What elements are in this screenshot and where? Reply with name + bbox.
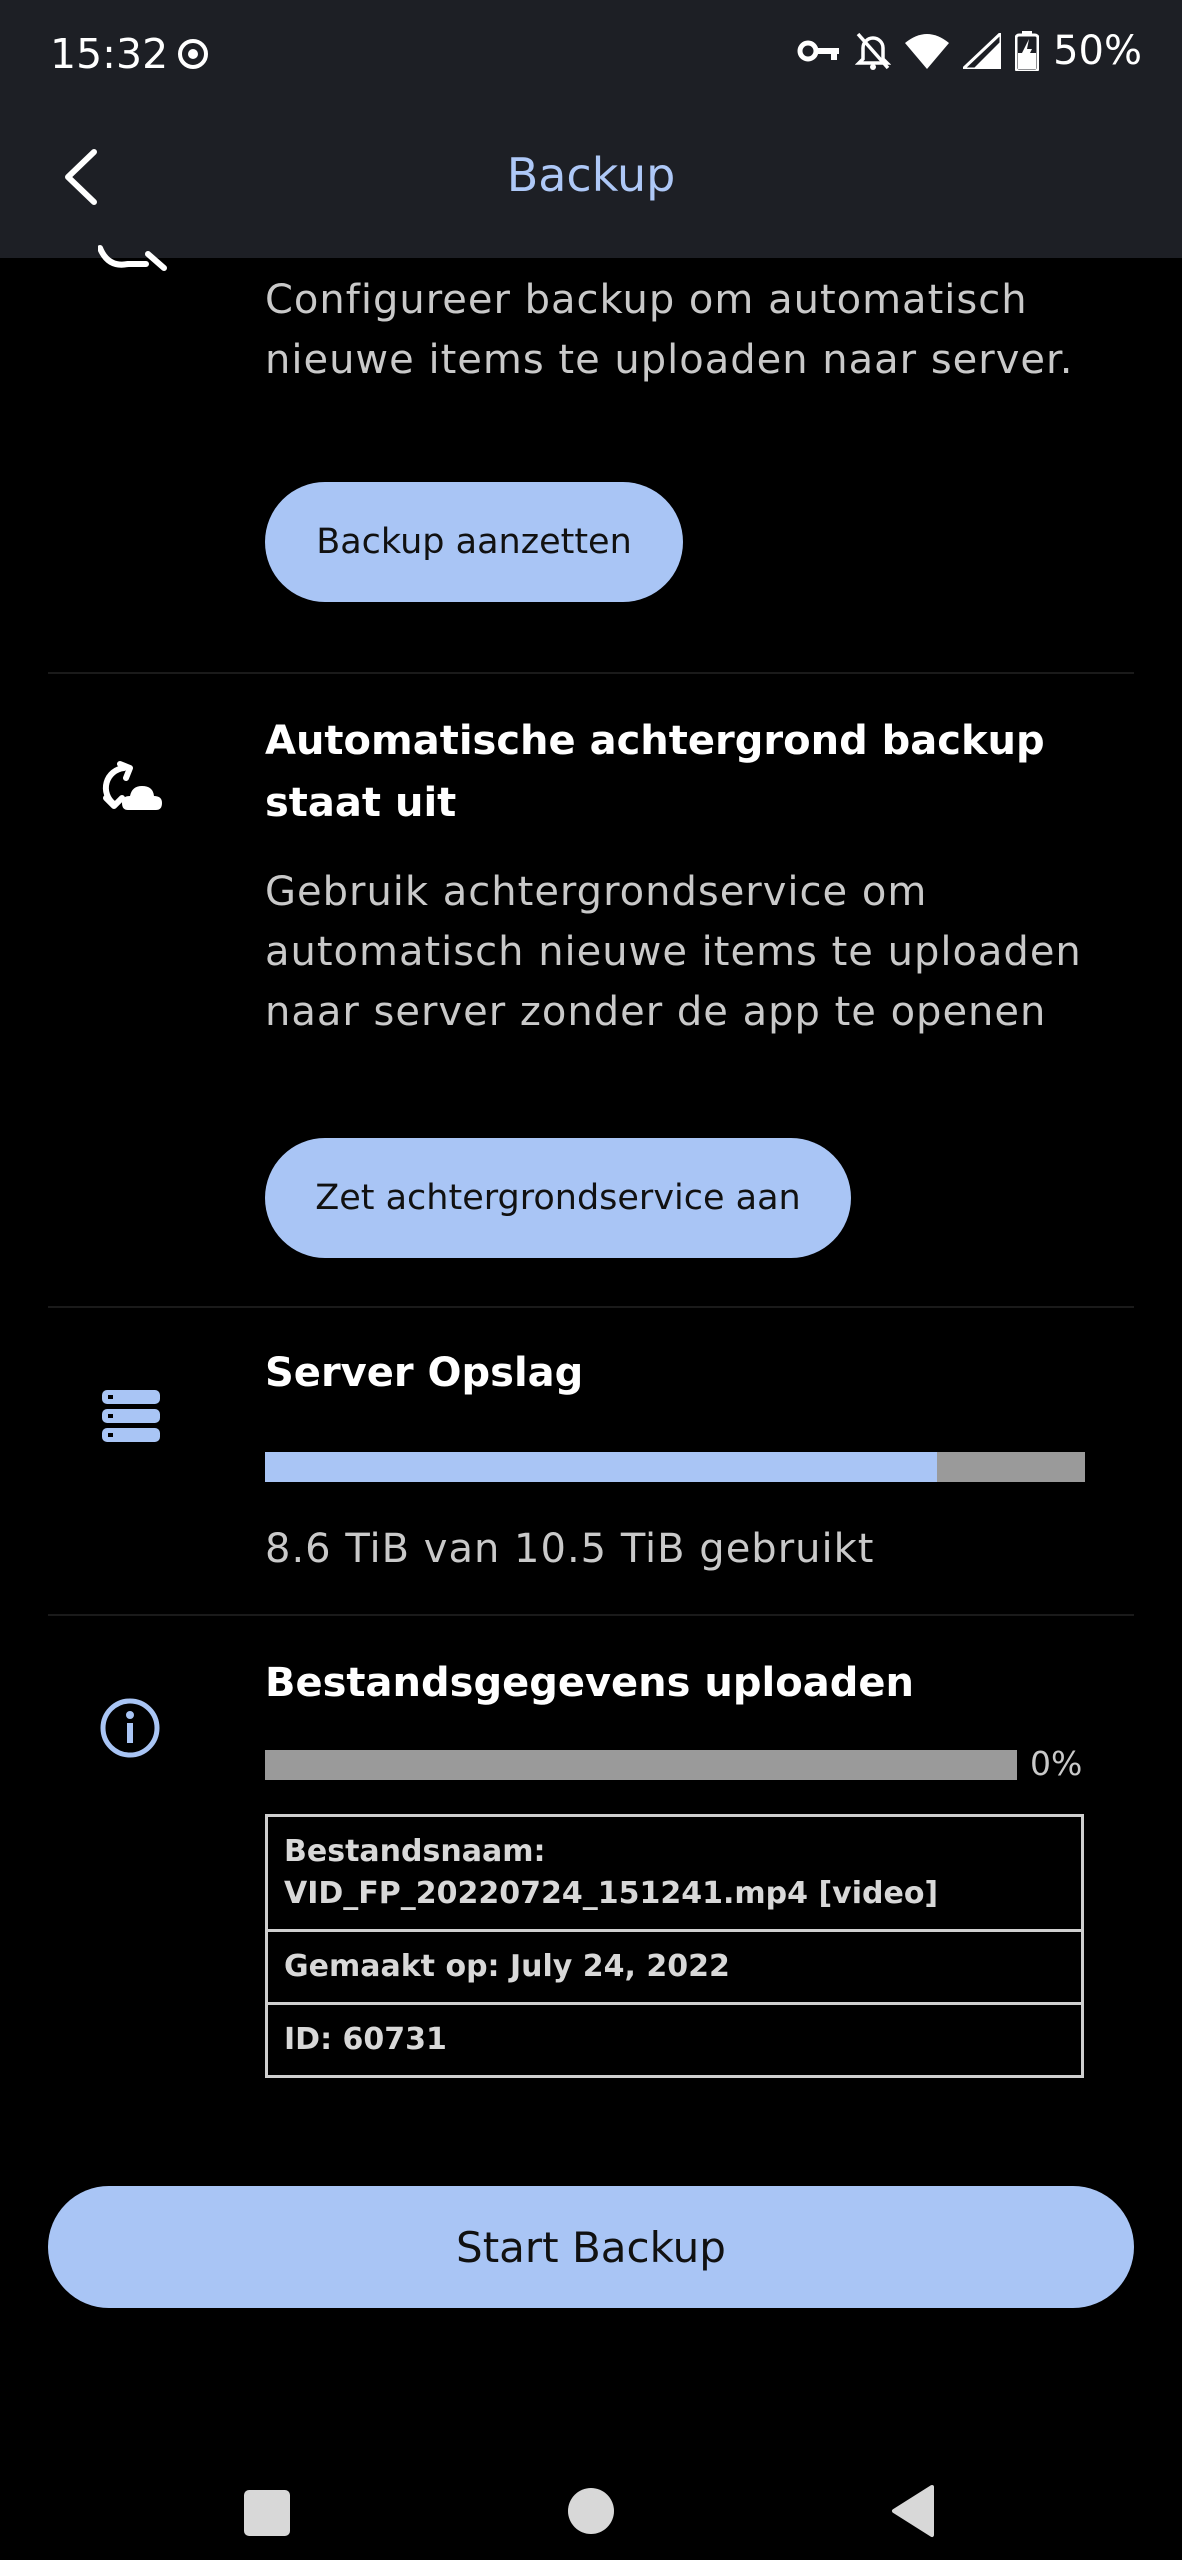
cloud-sync-icon <box>98 758 168 822</box>
storage-usage-text: 8.6 TiB van 10.5 TiB gebruikt <box>265 1526 875 1572</box>
enable-background-service-button[interactable]: Zet achtergrondservice aan <box>265 1138 851 1258</box>
divider <box>48 1614 1134 1616</box>
file-name-row: Bestandsnaam: VID_FP_20220724_151241.mp4… <box>268 1817 1081 1932</box>
server-storage-title: Server Opslag <box>265 1350 584 1396</box>
vpn-key-icon <box>797 40 840 62</box>
file-id-row: ID: 60731 <box>284 2022 447 2057</box>
page-title: Backup <box>506 148 676 202</box>
notifications-off-icon <box>855 32 892 70</box>
enable-backup-button[interactable]: Backup aanzetten <box>265 482 683 602</box>
storage-usage-bar <box>265 1452 1085 1482</box>
screen-record-icon <box>178 39 208 69</box>
storage-usage-fill <box>265 1452 938 1482</box>
divider <box>48 1306 1134 1308</box>
home-button[interactable] <box>568 2488 614 2534</box>
wifi-icon <box>905 34 950 69</box>
status-time: 15:32 <box>50 30 169 78</box>
status-bar: 15:32 50% <box>0 0 1182 90</box>
battery-percentage: 50% <box>1053 28 1142 74</box>
back-nav-button[interactable] <box>890 2484 936 2538</box>
cloud-search-icon <box>97 238 170 282</box>
divider <box>48 672 1134 674</box>
created-date-row: Gemaakt op: July 24, 2022 <box>268 1932 1081 2005</box>
info-icon <box>98 1696 162 1764</box>
battery-charging-icon <box>1015 31 1040 71</box>
app-bar: Backup <box>0 90 1182 258</box>
background-backup-description: Gebruik achtergrondservice om automatisc… <box>265 869 1082 1035</box>
recent-apps-button[interactable] <box>244 2490 290 2536</box>
upload-file-info-table: Bestandsnaam: VID_FP_20220724_151241.mp4… <box>265 1814 1084 2078</box>
upload-progress-bar <box>265 1750 1017 1780</box>
background-backup-title: Automatische achtergrond backup staat ui… <box>265 718 1045 826</box>
cellular-signal-icon <box>963 33 1002 69</box>
start-backup-button[interactable]: Start Backup <box>48 2186 1134 2308</box>
navigation-bar <box>0 2400 1182 2560</box>
status-icons: 50% <box>797 28 1142 74</box>
upload-info-title: Bestandsgegevens uploaden <box>265 1660 914 1706</box>
storage-icon <box>98 1388 164 1448</box>
upload-progress-percent: 0% <box>1030 1744 1083 1783</box>
backup-description: Configureer backup om automatisch nieuwe… <box>265 277 1074 383</box>
